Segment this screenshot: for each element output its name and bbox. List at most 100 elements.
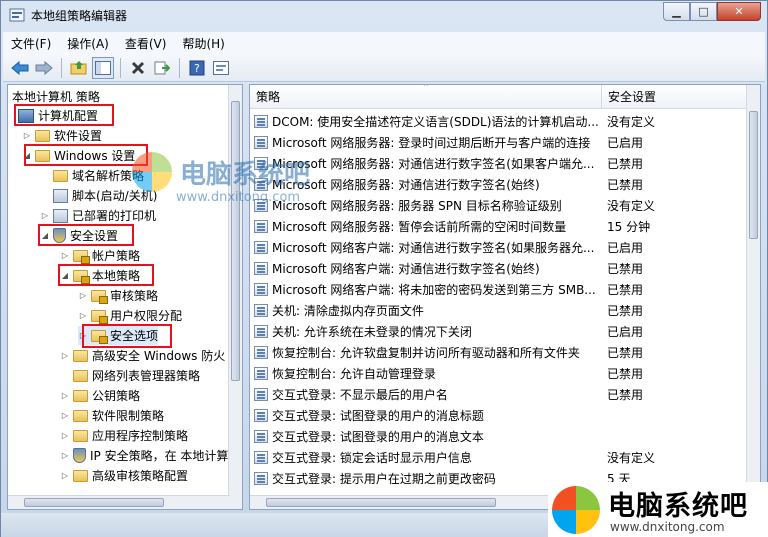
forward-arrow-icon[interactable]: [33, 57, 55, 79]
column-header-setting[interactable]: 安全设置: [602, 85, 748, 109]
policy-icon: [254, 199, 268, 212]
maximize-button[interactable]: □: [690, 2, 717, 21]
column-header-policy[interactable]: 策略 ⌃: [250, 85, 602, 109]
security-setting-cell: 15 分钟: [607, 220, 651, 234]
window-controls: ▁ □ ✕: [663, 2, 761, 21]
tree-item-label: 软件限制策略: [92, 409, 165, 423]
security-setting-cell: 已启用: [607, 136, 644, 150]
table-row[interactable]: 交互式登录: 不显示最后的用户名 已禁用: [250, 384, 746, 405]
folder-icon: [53, 169, 68, 182]
show-hide-tree-icon[interactable]: [92, 56, 114, 79]
table-row[interactable]: 交互式登录: 试图登录的用户的消息标题: [250, 405, 746, 426]
table-row[interactable]: 交互式登录: 试图登录的用户的消息文本: [250, 426, 746, 447]
close-button[interactable]: ✕: [717, 2, 761, 21]
expand-arrow-icon[interactable]: ▷: [60, 431, 70, 440]
site-logo-url: www.dnxitong.com: [610, 520, 725, 534]
tree-item-account-policies[interactable]: ▷ 帐户策略: [60, 246, 140, 265]
tree-item-windows-firewall[interactable]: ▷ 高级安全 Windows 防火: [60, 346, 225, 365]
toolbar-separator: [61, 57, 62, 78]
list-horizontal-scroll-thumb[interactable]: [266, 498, 496, 507]
security-setting-cell: 没有定义: [607, 199, 656, 213]
policy-icon: [254, 178, 268, 191]
menu-help[interactable]: 帮助(H): [174, 35, 232, 52]
expand-arrow-icon[interactable]: ▷: [78, 311, 88, 320]
list-vertical-scroll-thumb[interactable]: [749, 111, 758, 239]
expand-arrow-icon[interactable]: ▷: [60, 391, 70, 400]
highlight-box-local-policies: [58, 264, 154, 286]
table-row[interactable]: Microsoft 网络服务器: 对通信进行数字签名(始终) 已禁用: [250, 174, 746, 195]
table-row[interactable]: 关机: 允许系统在未登录的情况下关闭 已启用: [250, 321, 746, 342]
expand-arrow-icon[interactable]: ▷: [60, 351, 70, 360]
table-row[interactable]: Microsoft 网络服务器: 登录时间过期后断开与客户端的连接 已启用: [250, 132, 746, 153]
tree-item-software-settings[interactable]: ▷ 软件设置: [22, 126, 102, 145]
tree-item-name-resolution-policy[interactable]: 域名解析策略: [40, 166, 144, 185]
policy-icon: [254, 136, 268, 149]
table-row[interactable]: Microsoft 网络服务器: 服务器 SPN 目标名称验证级别 没有定义: [250, 195, 746, 216]
title-bar[interactable]: 本地组策略编辑器 ▁ □ ✕: [1, 1, 767, 29]
menu-file[interactable]: 文件(F): [3, 35, 59, 52]
expand-arrow-icon[interactable]: ▷: [60, 471, 70, 480]
tree-item-network-list-manager[interactable]: 网络列表管理器策略: [60, 366, 200, 385]
tree-horizontal-scrollbar[interactable]: [8, 495, 230, 509]
security-setting-cell: 已禁用: [607, 346, 644, 360]
folder-icon: [73, 409, 88, 422]
highlight-box-security-options: [82, 324, 172, 348]
policy-name-cell: Microsoft 网络服务器: 服务器 SPN 目标名称验证级别: [272, 199, 562, 213]
menu-bar: 文件(F) 操作(A) 查看(V) 帮助(H): [3, 32, 765, 54]
tree-item-application-control[interactable]: ▷ 应用程序控制策略: [60, 426, 188, 445]
help-icon[interactable]: ?: [186, 57, 208, 79]
tree-pane[interactable]: 本地计算机 策略 计算机配置 ▷ 软件设置 ◢ Windows 设置 域名解析策…: [7, 84, 243, 510]
tree-item-public-key-policies[interactable]: ▷ 公钥策略: [60, 386, 140, 405]
expand-arrow-icon[interactable]: ▷: [78, 291, 88, 300]
policy-icon: [254, 325, 268, 338]
up-folder-icon[interactable]: [68, 57, 90, 79]
table-row[interactable]: 恢复控制台: 允许软盘复制并访问所有驱动器和所有文件夹 已禁用: [250, 342, 746, 363]
security-setting-cell: 已禁用: [607, 262, 644, 276]
list-vertical-scrollbar[interactable]: [746, 85, 760, 509]
expand-arrow-icon[interactable]: ▷: [60, 251, 70, 260]
policy-list-pane[interactable]: 策略 ⌃ 安全设置 DCOM: 使用安全描述符定义语言(SDDL)语法的计算机启…: [249, 84, 761, 510]
policy-icon: [254, 241, 268, 254]
back-arrow-icon[interactable]: [9, 57, 31, 79]
table-row[interactable]: DCOM: 使用安全描述符定义语言(SDDL)语法的计算机启动... 没有定义: [250, 111, 746, 132]
table-row[interactable]: 交互式登录: 锁定会话时显示用户信息 没有定义: [250, 447, 746, 468]
export-list-icon[interactable]: [151, 57, 173, 79]
tree-item-audit-policy[interactable]: ▷ 审核策略: [78, 286, 158, 305]
expand-arrow-icon[interactable]: ▷: [40, 211, 50, 220]
security-setting-cell: 没有定义: [607, 115, 656, 129]
expand-arrow-icon[interactable]: ▷: [60, 451, 70, 460]
tree-item-label: 脚本(启动/关机): [72, 189, 158, 203]
tree-item-ip-security[interactable]: ▷ IP 安全策略，在 本地计算: [60, 446, 228, 465]
toolbar-separator: [120, 57, 121, 78]
toolbar-separator: [179, 57, 180, 78]
table-row[interactable]: Microsoft 网络客户端: 对通信进行数字签名(始终) 已禁用: [250, 258, 746, 279]
tree-item-user-rights-assignment[interactable]: ▷ 用户权限分配: [78, 306, 182, 325]
menu-action[interactable]: 操作(A): [59, 35, 117, 52]
minimize-button[interactable]: ▁: [663, 2, 690, 21]
tree-vertical-scroll-thumb[interactable]: [231, 101, 240, 381]
table-row[interactable]: Microsoft 网络客户端: 将未加密的密码发送到第三方 SMB... 已禁用: [250, 279, 746, 300]
tree-vertical-scrollbar[interactable]: [228, 85, 242, 509]
expand-arrow-icon[interactable]: ▷: [60, 411, 70, 420]
tree-item-scripts[interactable]: 脚本(启动/关机): [40, 186, 157, 205]
tree-item-software-restriction[interactable]: ▷ 软件限制策略: [60, 406, 164, 425]
menu-view[interactable]: 查看(V): [117, 35, 175, 52]
policy-icon: [254, 451, 268, 464]
properties-icon[interactable]: [210, 57, 232, 79]
table-row[interactable]: 关机: 清除虚拟内存页面文件 已禁用: [250, 300, 746, 321]
tree-horizontal-scroll-thumb[interactable]: [24, 498, 164, 507]
tree-item-label: 高级安全 Windows 防火: [92, 349, 226, 363]
tree-item-label: 网络列表管理器策略: [92, 369, 201, 383]
tree-item-advanced-audit[interactable]: ▷ 高级审核策略配置: [60, 466, 188, 485]
table-row[interactable]: 恢复控制台: 允许自动管理登录 已禁用: [250, 363, 746, 384]
tree-item-label: 公钥策略: [92, 389, 141, 403]
expand-arrow-icon[interactable]: ▷: [22, 131, 32, 140]
table-row[interactable]: Microsoft 网络客户端: 对通信进行数字签名(如果服务器允... 已启用: [250, 237, 746, 258]
policy-name-cell: Microsoft 网络服务器: 对通信进行数字签名(始终): [272, 178, 540, 192]
tree-item-deployed-printers[interactable]: ▷ 已部署的打印机: [40, 206, 156, 225]
folder-lock-icon: [73, 249, 90, 264]
table-row[interactable]: Microsoft 网络服务器: 对通信进行数字签名(如果客户端允... 已禁用: [250, 153, 746, 174]
tree-item-label: 已部署的打印机: [72, 209, 157, 223]
table-row[interactable]: Microsoft 网络服务器: 暂停会话前所需的空闲时间数量 15 分钟: [250, 216, 746, 237]
delete-icon[interactable]: [127, 57, 149, 79]
